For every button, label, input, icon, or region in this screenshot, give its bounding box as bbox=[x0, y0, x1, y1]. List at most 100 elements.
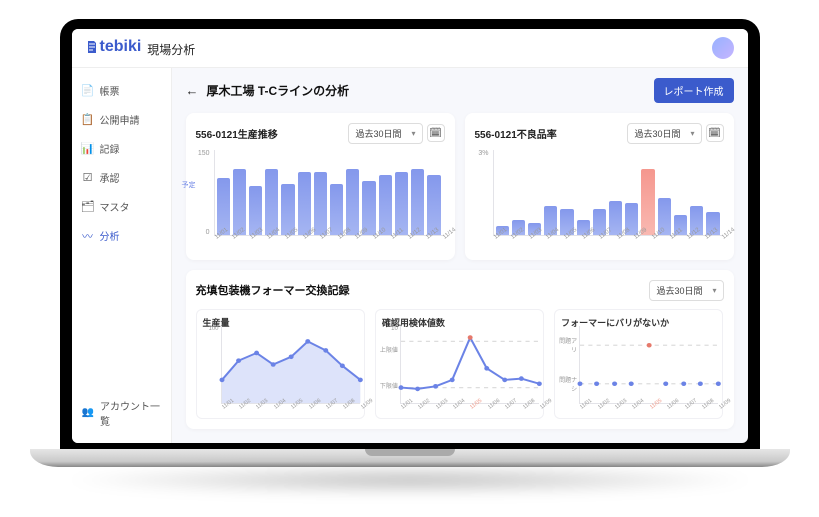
sidebar: 📄帳票 📋 公開申請 📊記録 ☑承認 🗂マスタ 〰分析 👥 アカウント一覧 bbox=[72, 68, 172, 443]
x-tick: 11/01 bbox=[579, 406, 586, 415]
x-tick: 11/03 bbox=[249, 236, 258, 247]
back-button[interactable]: ← bbox=[186, 83, 199, 98]
sidebar-item-master[interactable]: 🗂マスタ bbox=[72, 192, 171, 221]
x-tick: 11/07 bbox=[319, 236, 328, 247]
calendar-button[interactable]: 🗓 bbox=[706, 124, 724, 142]
x-tick: 11/06 bbox=[581, 236, 590, 247]
calendar-icon: 🗓 bbox=[708, 128, 721, 139]
bar bbox=[281, 184, 294, 235]
sidebar-item-label: アカウント一覧 bbox=[100, 398, 161, 428]
x-tick: 11/07 bbox=[325, 406, 332, 415]
sidebar-item-records[interactable]: 📊記録 bbox=[72, 134, 171, 163]
x-tick: 11/01 bbox=[214, 236, 223, 247]
range-select[interactable]: 過去30日間▾ bbox=[348, 123, 422, 144]
logo-mark: tebiki bbox=[86, 38, 142, 56]
x-tick: 11/07 bbox=[504, 406, 511, 415]
target-label: 予定 bbox=[182, 180, 196, 190]
bar bbox=[395, 172, 408, 234]
x-tick: 11/03 bbox=[255, 406, 262, 415]
x-tick: 11/09 bbox=[539, 406, 546, 415]
x-tick: 11/11 bbox=[669, 236, 678, 247]
bar bbox=[330, 184, 343, 235]
x-tick: 11/08 bbox=[522, 406, 529, 415]
x-tick: 11/02 bbox=[510, 236, 519, 247]
section-title: 充填包装機フォーマー交換記録 bbox=[196, 282, 350, 298]
x-tick: 11/05 bbox=[290, 406, 297, 415]
brand-name: tebiki bbox=[100, 38, 142, 56]
x-tick: 11/09 bbox=[718, 406, 725, 415]
range-select[interactable]: 過去30日間▾ bbox=[649, 280, 723, 301]
x-tick: 11/06 bbox=[487, 406, 494, 415]
sidebar-item-label: マスタ bbox=[100, 199, 130, 214]
chevron-down-icon: ▾ bbox=[411, 129, 415, 138]
chevron-down-icon: ▾ bbox=[712, 286, 716, 295]
card-production-trend: 556-0121生産推移 過去30日間▾ 🗓 1500 予定 bbox=[186, 113, 455, 260]
x-tick: 11/04 bbox=[273, 406, 280, 415]
x-tick: 11/08 bbox=[342, 406, 349, 415]
x-tick: 11/14 bbox=[721, 236, 730, 247]
brand-sub: 現場分析 bbox=[147, 41, 195, 58]
x-tick: 11/02 bbox=[231, 236, 240, 247]
x-tick: 11/13 bbox=[704, 236, 713, 247]
card-defect-rate: 556-0121不良品率 過去30日間▾ 🗓 3% bbox=[465, 113, 734, 260]
bar-chart-production: 1500 予定 11/0111/0211/0311/0411/0511/0611… bbox=[196, 150, 445, 250]
x-tick: 11/02 bbox=[238, 406, 245, 415]
page-title: 厚木工場 T-Cラインの分析 bbox=[207, 82, 350, 99]
x-tick: 11/07 bbox=[598, 236, 607, 247]
sidebar-item-label: 分析 bbox=[100, 228, 120, 243]
bar bbox=[427, 175, 440, 235]
bar bbox=[298, 172, 311, 234]
x-tick: 11/11 bbox=[390, 236, 399, 247]
card-title: 556-0121生産推移 bbox=[196, 126, 278, 141]
users-icon: 👥 bbox=[82, 407, 94, 418]
x-tick: 11/10 bbox=[651, 236, 660, 247]
x-tick: 11/06 bbox=[308, 406, 315, 415]
create-report-button[interactable]: レポート作成 bbox=[654, 78, 734, 103]
main-content: ← 厚木工場 T-Cラインの分析 レポート作成 556-0121生産推移 過去3… bbox=[172, 68, 748, 443]
x-tick: 11/01 bbox=[493, 236, 502, 247]
x-tick: 11/06 bbox=[666, 406, 673, 415]
bar-chart-defect: 3% 11/0111/0211/0311/0411/0511/0611/0711… bbox=[475, 150, 724, 250]
sidebar-item-forms[interactable]: 📄帳票 bbox=[72, 76, 171, 105]
y-tick: 問題ナシ bbox=[557, 375, 577, 393]
x-tick: 11/10 bbox=[372, 236, 381, 247]
chart-burr-check: フォーマーにバリがないか 問題アリ問題ナシ 11/0111/0211/0311/… bbox=[554, 309, 723, 419]
chart-sample-count: 確認用検体値数 10上限値下限値 11/0111/0211/031 bbox=[375, 309, 544, 419]
y-tick: 3% bbox=[475, 150, 489, 157]
x-tick: 11/05 bbox=[469, 406, 476, 415]
clipboard-icon: 📋 bbox=[82, 113, 94, 126]
card-title: 556-0121不良品率 bbox=[475, 126, 557, 141]
x-tick: 11/03 bbox=[614, 406, 621, 415]
x-tick: 11/13 bbox=[425, 236, 434, 247]
x-tick: 11/02 bbox=[417, 406, 424, 415]
logo: tebiki 現場分析 bbox=[86, 38, 196, 58]
sidebar-item-approval[interactable]: ☑承認 bbox=[72, 163, 171, 192]
x-tick: 11/04 bbox=[545, 236, 554, 247]
x-tick: 11/08 bbox=[701, 406, 708, 415]
bars-icon: 📊 bbox=[82, 142, 94, 155]
sidebar-item-analysis[interactable]: 〰分析 bbox=[72, 221, 171, 251]
titlebar: ← 厚木工場 T-Cラインの分析 レポート作成 bbox=[186, 78, 734, 103]
x-tick: 11/05 bbox=[284, 236, 293, 247]
bar bbox=[233, 169, 246, 234]
range-select[interactable]: 過去30日間▾ bbox=[627, 123, 701, 144]
bar bbox=[265, 169, 278, 234]
avatar[interactable] bbox=[712, 37, 734, 59]
x-tick: 11/04 bbox=[452, 406, 459, 415]
sidebar-item-label: 公開申請 bbox=[100, 112, 140, 127]
check-icon: ☑ bbox=[82, 171, 94, 184]
bar bbox=[379, 175, 392, 235]
calendar-button[interactable]: 🗓 bbox=[427, 124, 445, 142]
chevron-down-icon: ▾ bbox=[690, 129, 694, 138]
sidebar-item-publish[interactable]: 📋 公開申請 bbox=[72, 105, 171, 134]
y-tick: 下限値 bbox=[378, 381, 398, 390]
calendar-icon: 🗓 bbox=[429, 128, 442, 139]
x-tick: 11/04 bbox=[266, 236, 275, 247]
section-former-log: 充填包装機フォーマー交換記録 過去30日間▾ 生産量 100 bbox=[186, 270, 734, 429]
sidebar-item-accounts[interactable]: 👥 アカウント一覧 bbox=[72, 391, 171, 435]
sidebar-item-label: 帳票 bbox=[100, 83, 120, 98]
y-tick: 100 bbox=[199, 326, 219, 332]
x-tick: 11/14 bbox=[442, 236, 451, 247]
x-tick: 11/08 bbox=[616, 236, 625, 247]
x-tick: 11/04 bbox=[631, 406, 638, 415]
